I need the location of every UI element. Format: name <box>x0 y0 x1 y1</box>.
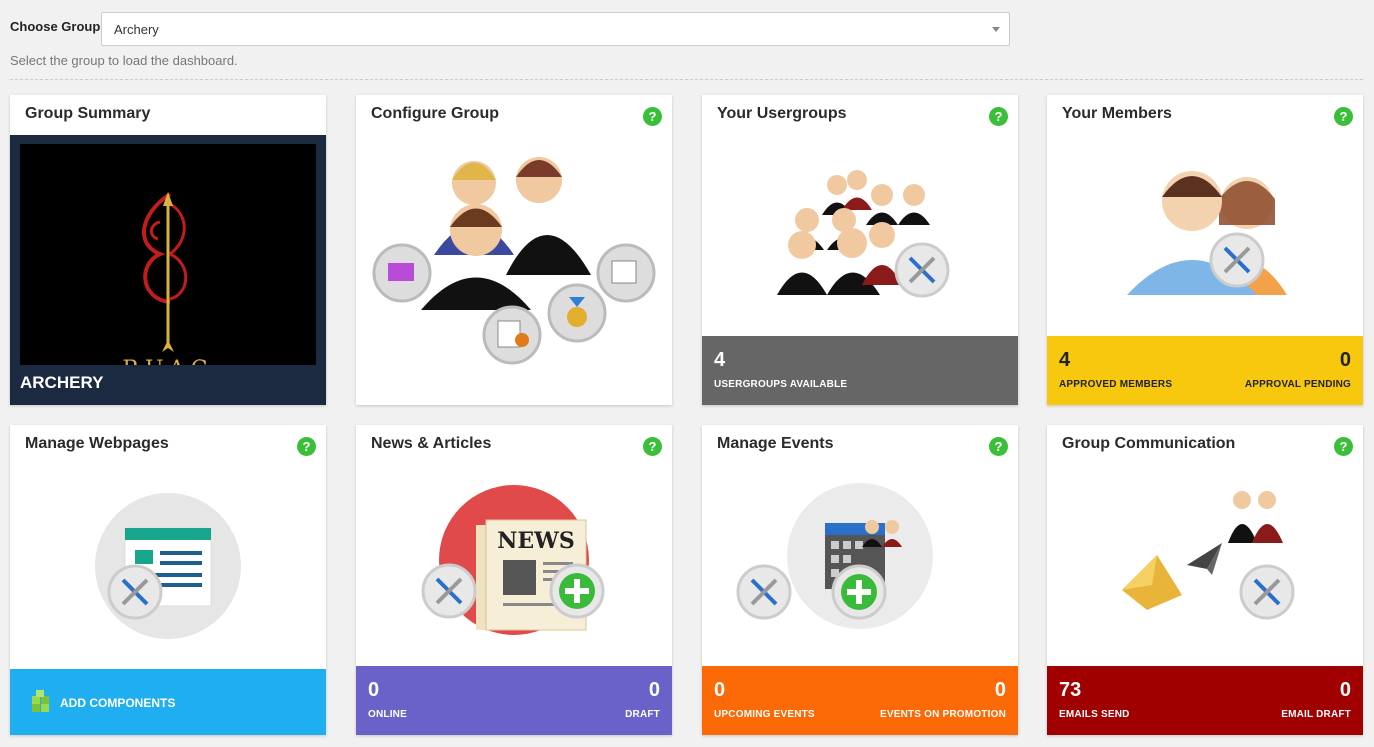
news-stats: 0 ONLINE 0 DRAFT <box>356 666 672 735</box>
card-title: Your Usergroups <box>717 105 847 122</box>
dragon-arrow-logo <box>142 192 188 352</box>
group-logo-image: RUAC <box>20 144 316 365</box>
add-icon <box>831 564 887 620</box>
envelope-icon <box>1122 555 1182 610</box>
online-count: 0 <box>368 679 380 701</box>
upcoming-events-label: UPCOMING EVENTS <box>714 709 815 720</box>
group-select[interactable]: Archery <box>101 12 1010 46</box>
usergroups-illustration <box>702 135 1018 335</box>
help-icon[interactable]: ? <box>989 437 1008 456</box>
events-illustration <box>702 465 1018 665</box>
add-components-label: ADD COMPONENTS <box>60 696 176 710</box>
color-palette-icon <box>372 243 432 303</box>
wrench-screwdriver-icon <box>736 564 792 620</box>
events-on-promotion-count: 0 <box>994 679 1006 701</box>
draft-count: 0 <box>648 679 660 701</box>
email-draft-label: EMAIL DRAFT <box>1281 709 1351 720</box>
group-select-hint: Select the group to load the dashboard. <box>10 53 238 68</box>
online-label: ONLINE <box>368 709 407 720</box>
add-components-button[interactable]: ADD COMPONENTS <box>10 669 326 735</box>
webpages-card[interactable]: Manage Webpages ? ADD COMPONENTS <box>10 425 326 735</box>
configure-group-illustration <box>356 135 672 365</box>
people-group-icon <box>1228 491 1283 543</box>
members-stats: 4 APPROVED MEMBERS 0 APPROVAL PENDING <box>1047 336 1363 405</box>
svg-text:NEWS: NEWS <box>497 528 574 554</box>
emails-send-label: EMAILS SEND <box>1059 709 1130 720</box>
help-icon[interactable]: ? <box>1334 107 1353 126</box>
card-title: Configure Group <box>371 105 499 122</box>
approved-members-label: APPROVED MEMBERS <box>1059 379 1173 390</box>
id-card-icon <box>482 305 542 365</box>
approved-members-count: 4 <box>1059 349 1071 371</box>
approval-pending-count: 0 <box>1339 349 1351 371</box>
usergroups-stats: 4 USERGROUPS AVAILABLE <box>702 336 1018 405</box>
edit-form-icon <box>596 243 656 303</box>
summary-panel: RUAC ARCHERY <box>10 135 326 405</box>
card-title: Manage Webpages <box>25 435 169 452</box>
add-icon <box>549 563 605 619</box>
communication-card[interactable]: Group Communication ? 73 EMAILS SEND 0 E… <box>1047 425 1363 735</box>
card-title: Group Communication <box>1062 435 1236 452</box>
wrench-screwdriver-icon <box>1239 564 1295 620</box>
members-card[interactable]: Your Members ? 4 APPROVED MEMBERS 0 APPR… <box>1047 95 1363 405</box>
card-title: Your Members <box>1062 105 1172 122</box>
components-cube-icon <box>32 690 49 712</box>
group-selector-bar: Choose Group Archery Select the group to… <box>0 0 1374 90</box>
chevron-down-icon[interactable] <box>992 27 1000 32</box>
members-icon <box>1127 171 1287 295</box>
wrench-screwdriver-icon <box>1209 232 1265 288</box>
members-illustration <box>1047 135 1363 335</box>
events-card[interactable]: Manage Events ? 0 UPCOMING EVENTS 0 EVEN… <box>702 425 1018 735</box>
usergroups-count: 4 <box>714 349 726 371</box>
events-stats: 0 UPCOMING EVENTS 0 EVENTS ON PROMOTION <box>702 666 1018 735</box>
wrench-screwdriver-icon <box>107 564 163 620</box>
communication-illustration <box>1047 465 1363 665</box>
approval-pending-label: APPROVAL PENDING <box>1244 379 1351 390</box>
logo-text: RUAC <box>122 357 213 365</box>
news-card[interactable]: News & Articles ? NEWS 0 ONLINE 0 DRAFT <box>356 425 672 735</box>
email-draft-count: 0 <box>1339 679 1351 701</box>
webpages-illustration <box>10 465 326 665</box>
events-on-promotion-label: EVENTS ON PROMOTION <box>879 709 1006 720</box>
send-icon <box>1187 543 1222 575</box>
choose-group-label: Choose Group <box>10 19 101 34</box>
help-icon[interactable]: ? <box>1334 437 1353 456</box>
divider <box>10 79 1363 80</box>
help-icon[interactable]: ? <box>643 437 662 456</box>
emails-send-count: 73 <box>1059 679 1082 701</box>
group-name: ARCHERY <box>20 373 104 392</box>
communication-stats: 73 EMAILS SEND 0 EMAIL DRAFT <box>1047 666 1363 735</box>
configure-group-card[interactable]: Configure Group ? <box>356 95 672 405</box>
usergroups-count-label: USERGROUPS AVAILABLE <box>714 379 848 390</box>
help-icon[interactable]: ? <box>297 437 316 456</box>
card-title: Group Summary <box>25 105 151 122</box>
group-summary-card[interactable]: Group Summary RUAC ARCHERY <box>10 95 326 405</box>
wrench-screwdriver-icon <box>894 242 950 298</box>
usergroups-card[interactable]: Your Usergroups ? 4 USERGROUPS AVAILABLE <box>702 95 1018 405</box>
card-title: Manage Events <box>717 435 834 452</box>
help-icon[interactable]: ? <box>643 107 662 126</box>
group-select-value: Archery <box>114 22 159 37</box>
upcoming-events-count: 0 <box>714 679 726 701</box>
help-icon[interactable]: ? <box>989 107 1008 126</box>
card-title: News & Articles <box>371 435 492 452</box>
wrench-screwdriver-icon <box>421 563 477 619</box>
medal-icon <box>547 283 607 343</box>
news-illustration: NEWS <box>356 465 672 665</box>
draft-label: DRAFT <box>625 709 660 720</box>
